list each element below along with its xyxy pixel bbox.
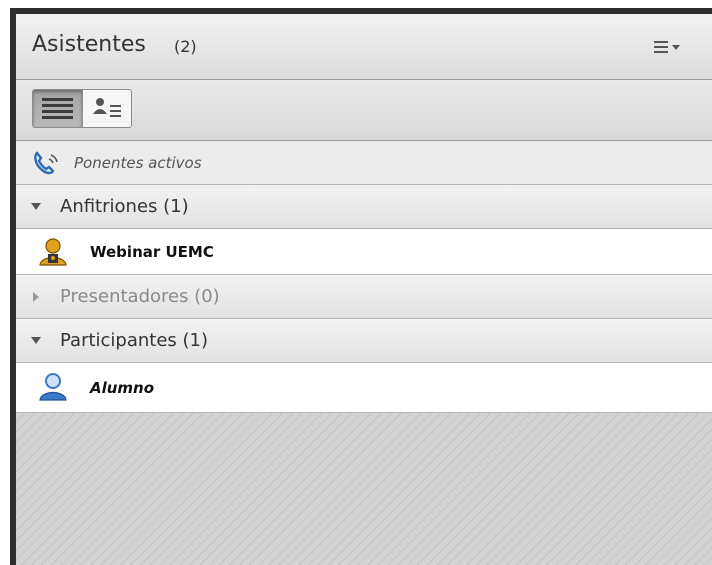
group-hosts-label: Anfitriones (1)	[60, 196, 189, 217]
caret-right-icon	[33, 292, 39, 302]
group-participants-header[interactable]: Participantes (1)	[16, 319, 712, 363]
attendee-name: Alumno	[90, 379, 155, 397]
caret-down-icon	[31, 337, 41, 344]
view-toggle	[32, 89, 132, 128]
group-participants-label: Participantes (1)	[60, 330, 209, 351]
attendees-pod-frame: Asistentes (2) Ponentes activos Anfitrio…	[10, 8, 712, 565]
list-menu-icon	[654, 41, 680, 53]
pod-title: Asistentes	[32, 32, 146, 57]
active-speakers-row: Ponentes activos	[16, 141, 712, 185]
attendees-pod: Asistentes (2) Ponentes activos Anfitrio…	[16, 14, 712, 565]
attendee-name: Webinar UEMC	[90, 243, 214, 261]
attendee-row[interactable]: Alumno	[16, 363, 712, 413]
group-presenters-header[interactable]: Presentadores (0)	[16, 275, 712, 319]
user-details-view-icon	[92, 98, 121, 117]
list-view-button[interactable]	[33, 90, 82, 127]
phone-speaking-icon	[34, 151, 58, 175]
host-icon	[39, 238, 67, 266]
attendee-count: (2)	[174, 37, 197, 56]
participant-icon	[39, 373, 67, 401]
active-speakers-label: Ponentes activos	[74, 154, 202, 172]
caret-down-icon	[31, 203, 41, 210]
view-toolbar	[16, 80, 712, 141]
group-presenters-label: Presentadores (0)	[60, 286, 220, 307]
attendee-row[interactable]: Webinar UEMC	[16, 229, 712, 275]
pod-header: Asistentes (2)	[16, 14, 712, 80]
list-view-icon	[42, 98, 73, 119]
user-details-view-button[interactable]	[81, 90, 132, 127]
pod-menu-button[interactable]	[654, 38, 688, 56]
empty-list-area	[16, 413, 712, 565]
group-hosts-header[interactable]: Anfitriones (1)	[16, 185, 712, 229]
